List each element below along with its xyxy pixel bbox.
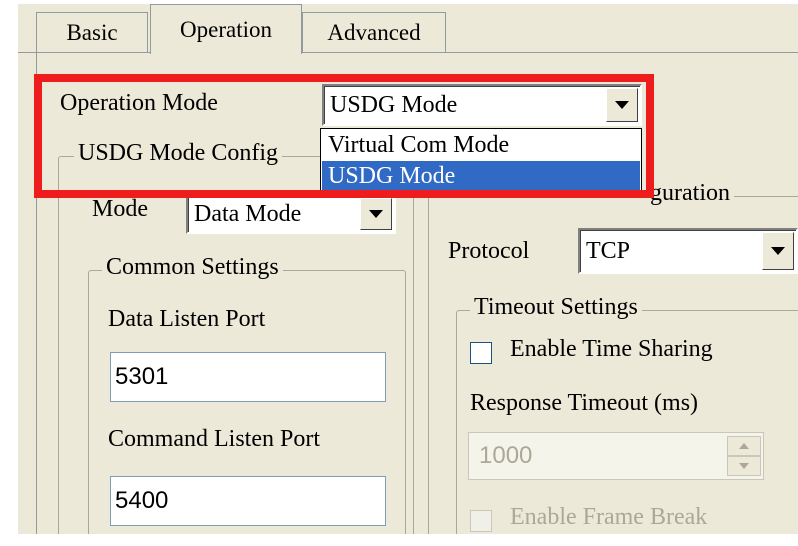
- mode-combo[interactable]: Data Mode: [186, 194, 396, 234]
- protocol-label: Protocol: [448, 238, 530, 264]
- command-listen-port-label: Command Listen Port: [108, 426, 320, 452]
- tab-advanced-label: Advanced: [327, 19, 421, 45]
- enable-time-sharing-label: Enable Time Sharing: [510, 336, 713, 362]
- bottom-edge: [0, 534, 798, 546]
- arrow-down-icon: [739, 463, 749, 469]
- common-settings-title: Common Settings: [102, 254, 283, 281]
- active-tab-joiner: [151, 52, 301, 54]
- timeout-settings-title: Timeout Settings: [470, 294, 642, 321]
- spin-up-button[interactable]: [727, 436, 761, 456]
- tab-basic-label: Basic: [66, 19, 118, 45]
- response-timeout-label: Response Timeout (ms): [470, 390, 699, 416]
- protocol-value: TCP: [586, 237, 631, 264]
- protocol-dropdown-button[interactable]: [762, 232, 794, 270]
- red-highlight-box: [34, 74, 654, 198]
- tab-advanced[interactable]: Advanced: [302, 12, 446, 52]
- response-timeout-spinbox[interactable]: 1000: [468, 432, 764, 480]
- tab-basic[interactable]: Basic: [36, 12, 148, 52]
- left-edge: [0, 0, 18, 546]
- chevron-down-icon: [771, 247, 785, 255]
- arrow-up-icon: [739, 443, 749, 449]
- enable-frame-break-checkbox[interactable]: [470, 510, 492, 532]
- protocol-combo[interactable]: TCP: [578, 228, 798, 274]
- data-listen-port-input[interactable]: 5301: [110, 352, 386, 402]
- connection-config-title-text: guration: [650, 180, 730, 206]
- enable-time-sharing-checkbox[interactable]: [470, 342, 492, 364]
- chevron-down-icon: [369, 210, 383, 218]
- top-edge: [0, 0, 798, 4]
- enable-frame-break-label: Enable Frame Break: [510, 504, 708, 530]
- tab-operation[interactable]: Operation: [150, 4, 302, 54]
- tab-operation-label: Operation: [180, 16, 272, 42]
- mode-dropdown-button[interactable]: [360, 198, 392, 230]
- response-timeout-value: 1000: [479, 442, 533, 469]
- spin-down-button[interactable]: [727, 456, 761, 476]
- data-listen-port-label: Data Listen Port: [108, 306, 266, 332]
- mode-value: Data Mode: [194, 200, 302, 227]
- command-listen-port-input[interactable]: 5400: [110, 476, 386, 526]
- tab-strip-line: [18, 52, 798, 53]
- mode-label: Mode: [92, 196, 148, 222]
